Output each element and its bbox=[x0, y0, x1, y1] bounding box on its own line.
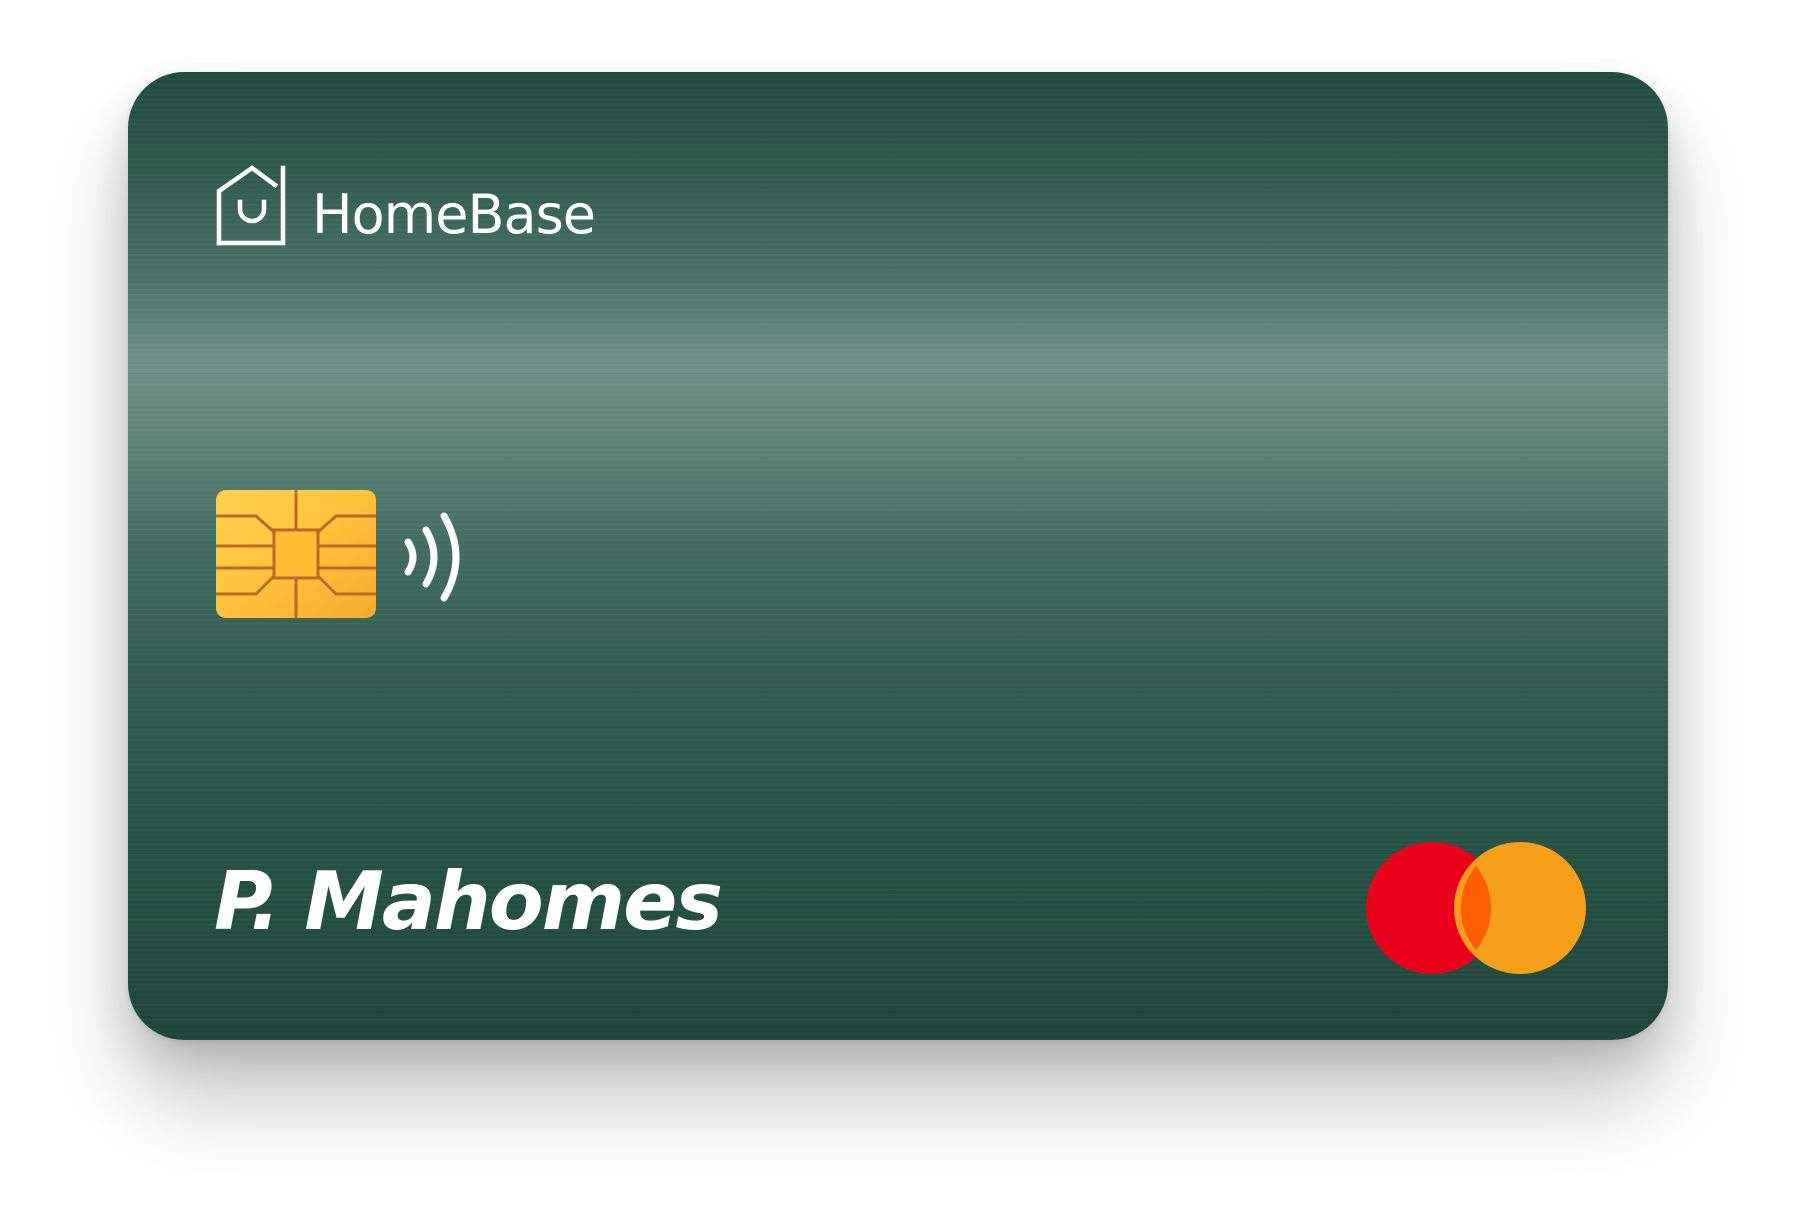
house-smile-icon bbox=[216, 164, 294, 246]
contactless-icon bbox=[400, 508, 472, 606]
payment-card: HomeBase P. Mahomes bbox=[128, 72, 1668, 1040]
mastercard-logo bbox=[1364, 840, 1588, 976]
cardholder-name: P. Mahomes bbox=[214, 855, 723, 948]
brand-lockup: HomeBase bbox=[216, 164, 596, 246]
brand-name: HomeBase bbox=[312, 183, 596, 246]
emv-chip-icon bbox=[216, 490, 376, 618]
